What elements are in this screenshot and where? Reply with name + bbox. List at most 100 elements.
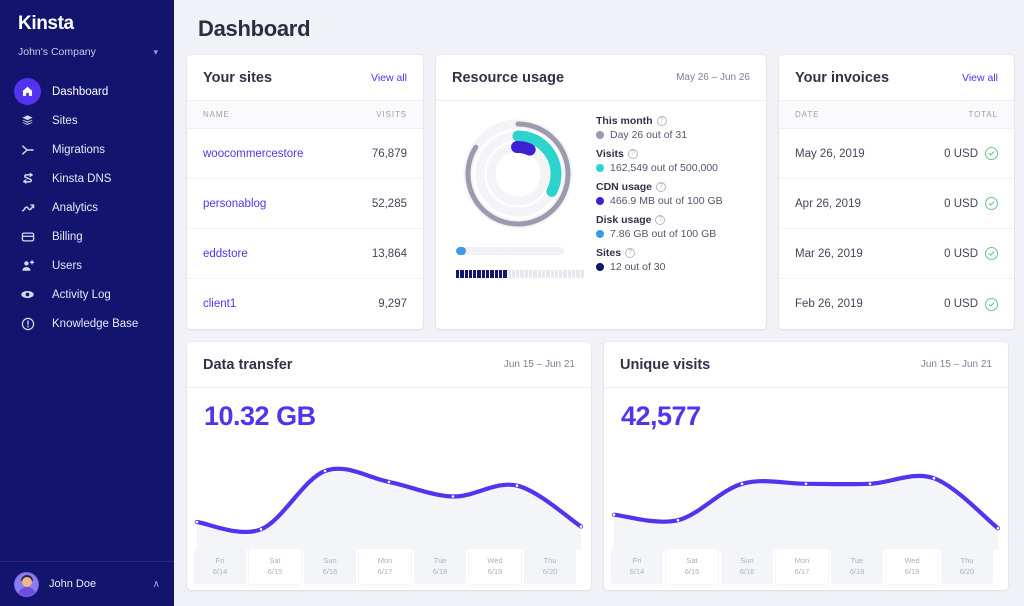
- site-square: [516, 270, 520, 278]
- site-visits-value: 13,864: [371, 247, 407, 260]
- help-icon[interactable]: ?: [656, 182, 667, 192]
- tick-date: 6/18: [849, 566, 865, 576]
- table-row[interactable]: May 26, 2019 0 USD: [779, 129, 1014, 179]
- view-all-invoices-link[interactable]: View all: [962, 72, 998, 84]
- table-row[interactable]: Apr 26, 2019 0 USD: [779, 179, 1014, 229]
- site-square: [498, 270, 503, 278]
- check-circle-icon: [985, 147, 998, 160]
- x-axis-ticks: Fri 6/14 Sat 6/15 Sun 6/16 Mon 6/17 Tue 6/18 Wed 6/…: [194, 549, 576, 584]
- metric-label: This month: [596, 115, 653, 127]
- eye-icon: [14, 281, 41, 308]
- resource-usage-card: Resource usage May 26 – Jun 26 This mont…: [436, 55, 766, 329]
- tick-date: 6/19: [487, 566, 503, 576]
- site-visits-value: 9,297: [378, 298, 407, 310]
- data-point: [996, 527, 1000, 530]
- help-icon[interactable]: ?: [656, 116, 667, 126]
- tick-date: 6/15: [267, 566, 283, 576]
- sidebar-item-activity-log[interactable]: Activity Log: [0, 280, 174, 309]
- site-visits-value: 76,879: [371, 147, 407, 160]
- sidebar-item-knowledge-base[interactable]: Knowledge Base: [0, 309, 174, 338]
- table-row[interactable]: personablog 52,285: [187, 179, 423, 229]
- table-row[interactable]: client1 9,297: [187, 279, 423, 329]
- sidebar-item-billing[interactable]: Billing: [0, 222, 174, 251]
- sidebar-item-sites[interactable]: Sites: [0, 106, 174, 135]
- data-point: [676, 518, 680, 522]
- metric-label: CDN usage: [596, 181, 653, 193]
- sidebar-item-kinsta-dns[interactable]: Kinsta DNS: [0, 164, 174, 193]
- table-row[interactable]: Feb 26, 2019 0 USD: [779, 279, 1014, 329]
- company-selector[interactable]: John's Company ▾: [18, 46, 158, 58]
- view-all-sites-link[interactable]: View all: [371, 72, 407, 84]
- sidebar-item-label: Kinsta DNS: [52, 172, 112, 185]
- site-square: [524, 270, 529, 278]
- tick-day: Tue: [433, 555, 447, 565]
- metric-sites: Sites ? 12 out of 30: [596, 247, 750, 273]
- cards-row-charts: Data transfer Jun 15 – Jun 21 10.32 GB F…: [187, 342, 1014, 590]
- tick-day: Thu: [543, 555, 557, 565]
- sites-squares-indicator: [456, 270, 584, 278]
- card-header: Unique visits Jun 15 – Jun 21: [604, 342, 1008, 388]
- tick-date: 6/14: [212, 566, 228, 576]
- avatar: [14, 571, 39, 597]
- help-icon[interactable]: ?: [655, 215, 666, 225]
- site-square: [541, 270, 546, 278]
- data-point: [579, 525, 583, 528]
- help-icon[interactable]: ?: [625, 248, 636, 258]
- tick-date: 6/16: [739, 566, 755, 576]
- column-header-name: NAME: [203, 110, 230, 119]
- x-axis-tick: Fri 6/14: [611, 549, 663, 584]
- invoice-total: 0 USD: [944, 298, 978, 310]
- x-axis-tick: Thu 6/20: [941, 549, 993, 584]
- sidebar: Kinsta John's Company ▾ Dashboard Sites: [0, 0, 174, 606]
- migration-icon: [14, 136, 41, 163]
- sidebar-item-label: Sites: [52, 114, 78, 127]
- date-range: May 26 – Jun 26: [676, 72, 750, 83]
- help-icon: [14, 310, 41, 337]
- column-header-total: TOTAL: [968, 110, 998, 119]
- your-invoices-card: Your invoices View all DATE TOTAL May 26…: [779, 55, 1014, 329]
- disk-usage-bar-fill: [456, 247, 466, 255]
- tick-day: Thu: [960, 555, 974, 565]
- site-square: [533, 270, 537, 278]
- card-header: Your sites View all: [187, 55, 423, 101]
- sidebar-item-users[interactable]: Users: [0, 251, 174, 280]
- help-icon[interactable]: ?: [627, 149, 638, 159]
- site-square: [481, 270, 486, 278]
- site-square: [537, 270, 541, 278]
- site-name-link[interactable]: client1: [203, 298, 236, 310]
- data-point: [612, 513, 616, 516]
- tick-date: 6/18: [432, 566, 448, 576]
- site-square: [511, 270, 516, 278]
- data-point: [804, 482, 808, 486]
- dns-icon: [14, 165, 41, 192]
- dashboard-page: Kinsta John's Company ▾ Dashboard Sites: [0, 0, 1024, 606]
- table-row[interactable]: eddstore 13,864: [187, 229, 423, 279]
- tick-date: 6/20: [959, 566, 975, 576]
- table-row[interactable]: Mar 26, 2019 0 USD: [779, 229, 1014, 279]
- user-menu[interactable]: John Doe ∧: [0, 561, 174, 606]
- site-square: [567, 270, 572, 278]
- site-square: [550, 270, 554, 278]
- card-title: Data transfer: [203, 356, 293, 373]
- tick-day: Sun: [740, 555, 754, 565]
- sidebar-item-label: Activity Log: [52, 288, 111, 301]
- metric-value: Day 26 out of 31: [610, 129, 688, 141]
- site-name-link[interactable]: personablog: [203, 198, 266, 210]
- table-row[interactable]: woocommercestore 76,879: [187, 129, 423, 179]
- site-name-link[interactable]: eddstore: [203, 248, 248, 260]
- tick-date: 6/14: [629, 566, 645, 576]
- billing-icon: [14, 223, 41, 250]
- sidebar-item-migrations[interactable]: Migrations: [0, 135, 174, 164]
- site-square: [529, 270, 533, 278]
- sidebar-item-dashboard[interactable]: Dashboard: [0, 77, 174, 106]
- site-name-link[interactable]: woocommercestore: [203, 148, 303, 160]
- resource-body: This month ? Day 26 out of 31 Visits ? 1…: [436, 101, 766, 296]
- site-square: [490, 270, 494, 278]
- x-axis-tick: Tue 6/18: [414, 549, 466, 584]
- sidebar-item-analytics[interactable]: Analytics: [0, 193, 174, 222]
- site-square: [464, 270, 468, 278]
- sidebar-nav: Dashboard Sites Migrations Kinsta DNS An…: [0, 77, 174, 338]
- tick-date: 6/19: [904, 566, 920, 576]
- card-header: Data transfer Jun 15 – Jun 21: [187, 342, 591, 388]
- data-point: [387, 480, 391, 484]
